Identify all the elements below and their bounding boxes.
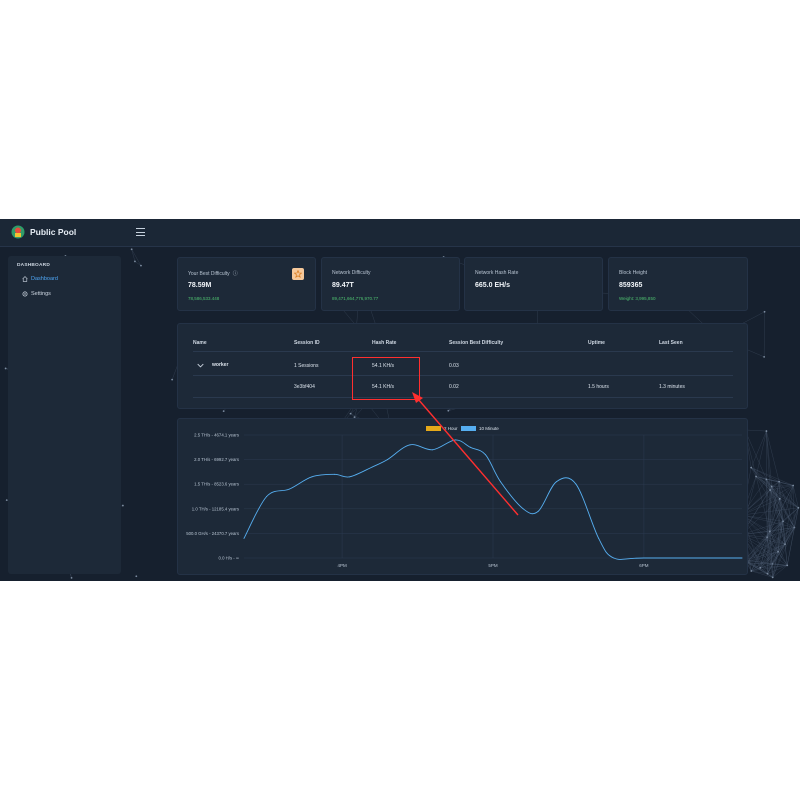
y-tick-label: 2.0 TH/s - 6992.7 years (194, 457, 239, 462)
card-label: Network Difficulty (332, 270, 371, 276)
card-value: 859365 (619, 282, 643, 289)
data-point (243, 537, 245, 539)
data-point (311, 476, 313, 478)
card-sub: 89,471,664,776,970.77 (332, 296, 379, 301)
app-title: Public Pool (30, 227, 77, 237)
table-divider (193, 351, 733, 352)
session-best-difficulty: 0.02 (449, 384, 459, 390)
session-last-seen: 1.3 minutes (659, 384, 685, 390)
sidebar: DASHBOARD Dashboard Settings (8, 256, 121, 574)
info-icon[interactable]: ⓘ (233, 270, 238, 277)
data-point (613, 557, 615, 559)
session-uptime: 1.5 hours (588, 384, 609, 390)
sidebar-item-dashboard[interactable]: Dashboard (22, 276, 58, 282)
data-point (555, 481, 557, 483)
card-label: Network Hash Rate (475, 270, 519, 276)
data-point (454, 439, 456, 441)
network-difficulty-card: Network Difficulty 89.47T 89,471,664,776… (321, 257, 460, 311)
data-point (537, 510, 539, 512)
data-point (432, 449, 434, 451)
data-point (349, 476, 351, 478)
hash-rate-highlight-box (352, 357, 420, 400)
data-point (409, 444, 411, 446)
y-tick-label: 2.5 TH/s - 4674.1 years (194, 433, 239, 438)
block-height-card: Block Height 859365 Weight: 3,995,850 (608, 257, 748, 311)
col-header-session-id: Session ID (294, 340, 320, 346)
x-tick-label: 6PM (639, 563, 649, 568)
data-point (484, 454, 486, 456)
data-point (741, 557, 743, 559)
y-tick-label: 1.0 TH/s - 12185.4 years (192, 506, 239, 511)
star-icon (294, 270, 302, 278)
data-point (371, 466, 373, 468)
col-header-name: Name (193, 340, 207, 346)
worker-sessions: 1 Sessions (294, 363, 319, 369)
sidebar-item-label: Settings (31, 291, 51, 297)
x-tick-label: 4PM (337, 563, 347, 568)
y-tick-label: 500.0 GH/s - 24370.7 years (186, 531, 239, 536)
data-point (334, 473, 336, 475)
worker-best-difficulty: 0.03 (449, 363, 459, 369)
data-point (386, 459, 388, 461)
table-divider (193, 397, 733, 398)
app-screenshot: Public Pool DASHBOARD Dashboard Settings… (0, 219, 800, 581)
table-divider (193, 375, 733, 376)
card-value: 89.47T (332, 282, 354, 289)
top-bar: Public Pool (0, 219, 800, 247)
gear-icon (22, 291, 28, 297)
data-point (469, 446, 471, 448)
col-header-hash-rate: Hash Rate (372, 340, 397, 346)
hashrate-chart: 2 Hour 10 Minute 2.5 TH/s - 4674.1 years… (177, 418, 748, 575)
card-value: 78.59M (188, 282, 212, 289)
col-header-last-seen: Last Seen (659, 340, 683, 346)
data-point (500, 481, 502, 483)
best-difficulty-card: Your Best Difficulty ⓘ 78.59M 78,586,533.… (177, 257, 316, 311)
chevron-down-icon[interactable] (197, 363, 204, 368)
data-point (266, 496, 268, 497)
card-sub: Weight: 3,995,850 (619, 296, 656, 301)
worker-name: worker (212, 362, 229, 368)
x-tick-label: 5PM (488, 563, 498, 568)
sidebar-section-title: DASHBOARD (17, 263, 50, 268)
network-hash-rate-card: Network Hash Rate 665.0 EH/s (464, 257, 603, 311)
y-tick-label: 1.5 TH/s - 8523.6 years (194, 482, 239, 487)
session-id: 3e3bf404 (294, 384, 315, 390)
home-icon (22, 276, 28, 282)
data-point (522, 508, 524, 510)
chart-canvas: 2.5 TH/s - 4674.1 years 2.0 TH/s - 6992.7… (186, 433, 743, 568)
col-header-best-difficulty: Session Best Difficulty (449, 340, 504, 346)
sidebar-item-settings[interactable]: Settings (22, 291, 51, 297)
card-value: 665.0 EH/s (475, 282, 511, 289)
card-sub: 78,586,533.448 (188, 296, 220, 301)
col-header-uptime: Uptime (588, 340, 605, 346)
data-point (575, 483, 577, 485)
hamburger-menu-icon[interactable] (136, 228, 145, 236)
data-point (288, 488, 290, 490)
sidebar-item-label: Dashboard (31, 276, 58, 282)
data-point (643, 557, 645, 559)
star-button[interactable] (292, 268, 304, 280)
y-tick-label: 0.0 H/s - ∞ (219, 556, 240, 561)
pool-logo-icon (11, 225, 25, 239)
card-label: Your Best Difficulty ⓘ (188, 270, 238, 277)
data-point (598, 537, 600, 539)
workers-table: Name Session ID Hash Rate Session Best D… (177, 323, 748, 409)
card-label: Block Height (619, 270, 648, 276)
